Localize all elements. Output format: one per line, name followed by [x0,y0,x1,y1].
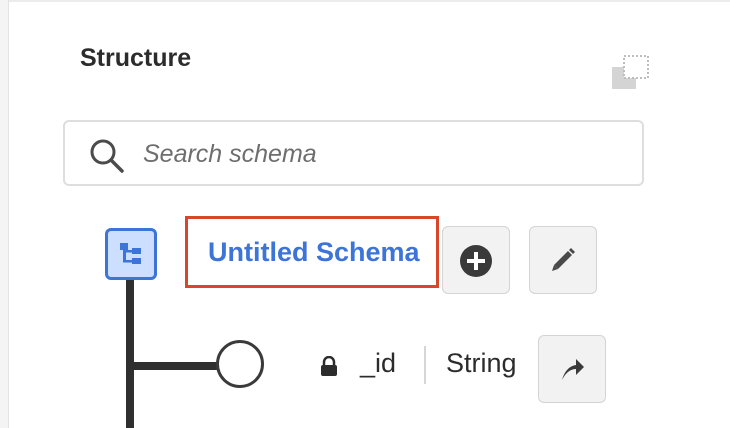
open-field-button[interactable] [538,335,606,403]
panel-title: Structure [80,44,192,72]
search-box[interactable] [63,120,644,186]
search-icon [89,138,125,174]
field-divider [424,346,426,384]
open-arrow-icon [562,359,584,380]
panel-toggle-icon[interactable] [612,55,650,91]
edit-schema-button[interactable] [529,226,597,294]
field-type: String [446,348,517,378]
left-rail [0,0,9,428]
tree-branch-line [130,362,218,370]
tree-trunk-line [126,280,134,428]
schema-name-link[interactable]: Untitled Schema [208,237,420,268]
pencil-icon [552,248,575,271]
schema-tree-icon[interactable] [105,228,157,280]
lock-icon [320,355,338,381]
top-divider [9,0,730,2]
field-name[interactable]: _id [360,348,396,379]
add-circle-icon [460,245,492,277]
search-input[interactable] [143,132,623,176]
field-node-circle [216,340,264,388]
add-field-button[interactable] [442,226,510,294]
